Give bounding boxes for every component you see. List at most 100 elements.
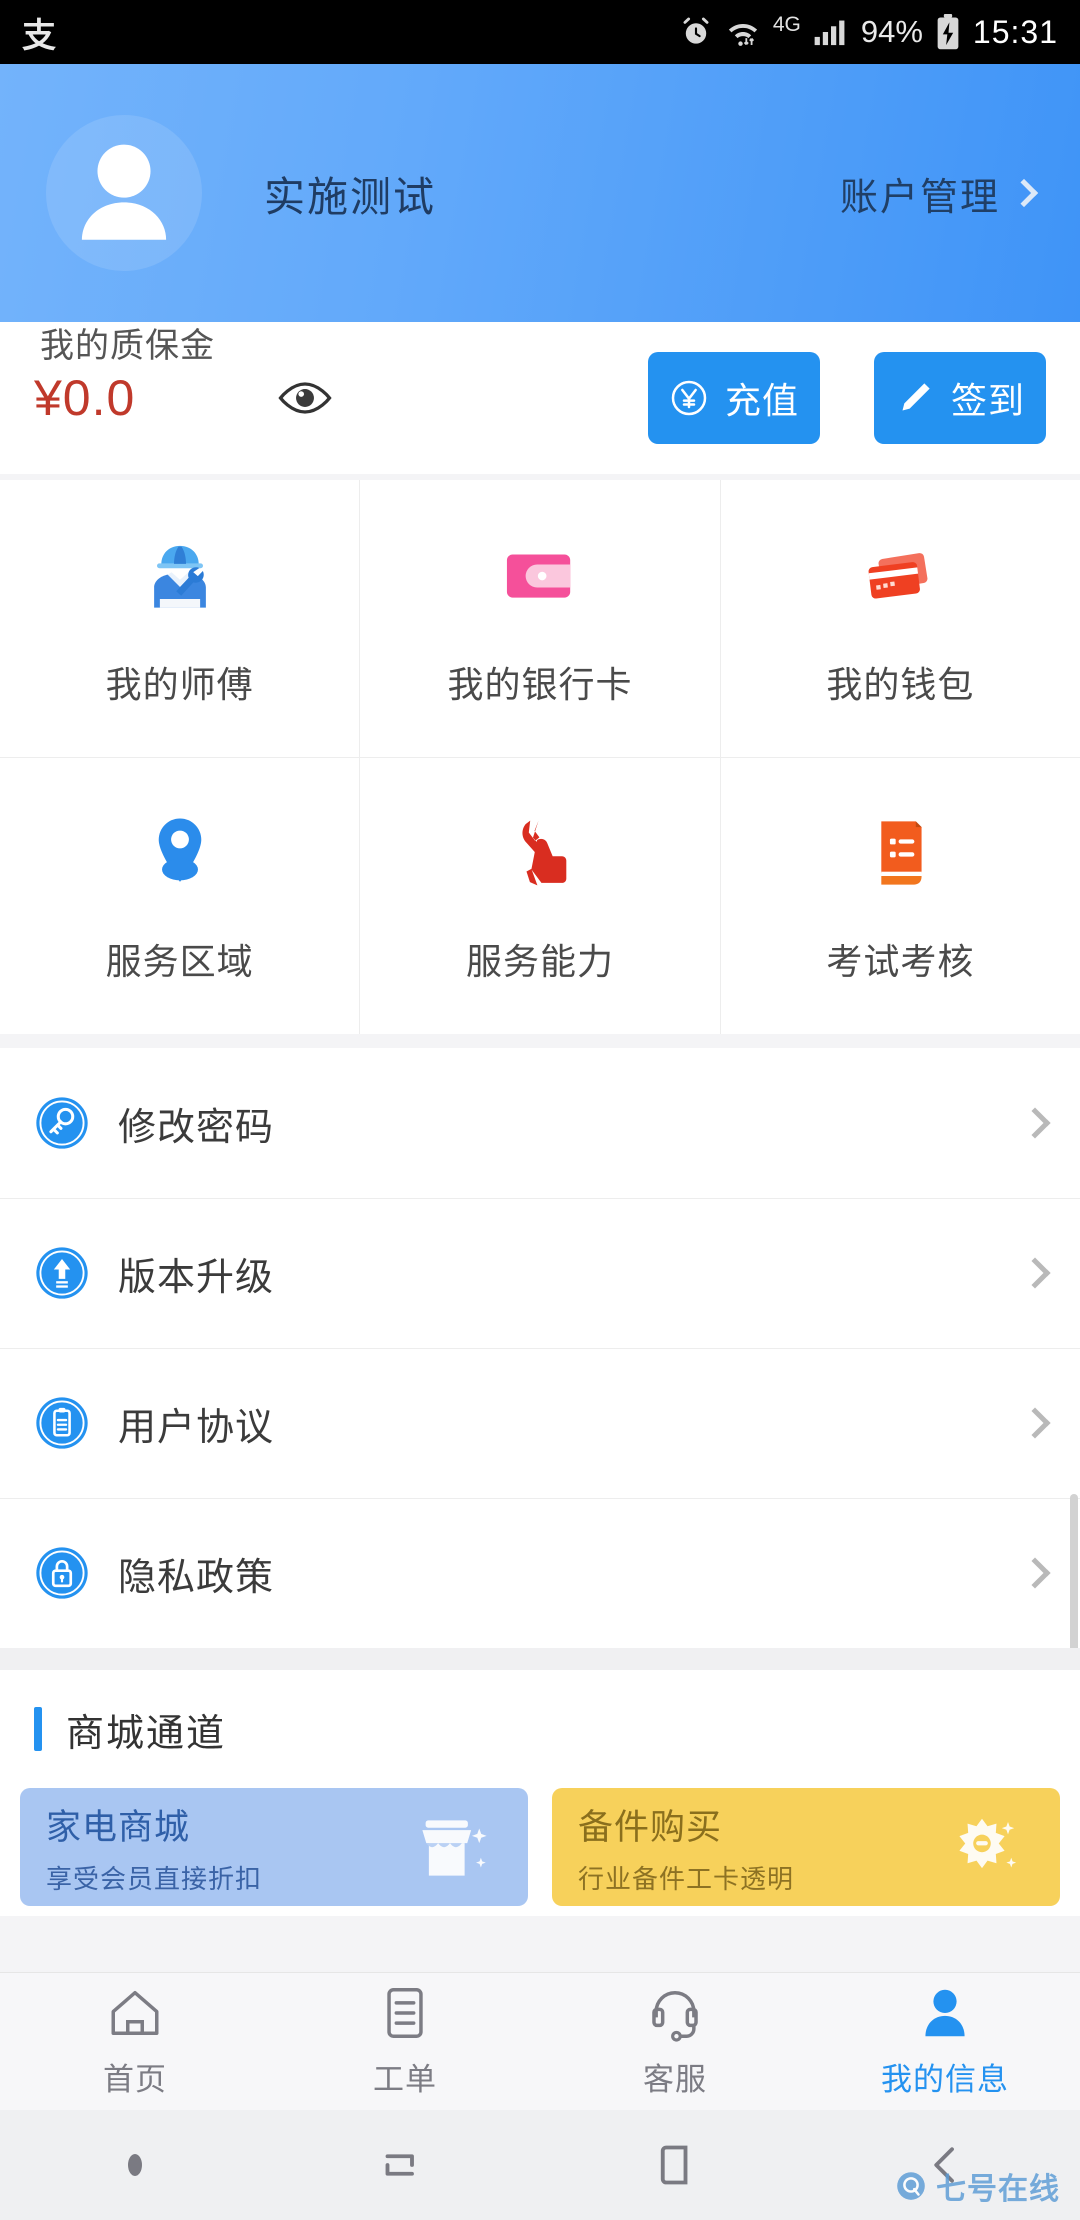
list-item-label: 版本升级: [118, 1256, 275, 1299]
mall-card-subtitle: 享受会员直接折扣: [46, 1863, 263, 1894]
balance-actions: 充值 签到: [648, 352, 1046, 444]
tab-workorder[interactable]: 工单: [270, 1973, 540, 2110]
grid-item-exam-assessment[interactable]: 考试考核: [719, 758, 1080, 1034]
tab-home[interactable]: 首页: [0, 1973, 270, 2110]
tab-label: 我的信息: [881, 2062, 1009, 2097]
feature-grid-row: 我的师傅 我的银行卡 我的钱包: [0, 480, 1080, 757]
storefront-icon: [422, 1820, 487, 1876]
grid-item-label: 我的钱包: [826, 663, 975, 705]
grid-item-service-area[interactable]: 服务区域: [0, 758, 359, 1034]
account-management-label: 账户管理: [839, 176, 1000, 219]
balance-card: 我的质保金 ¥0.0 充值 签到: [0, 322, 1080, 474]
watermark-text: 七号在线: [936, 2173, 1060, 2206]
status-bar: 支 4G 94% 15:31: [0, 0, 1080, 64]
location-pin-icon: [158, 818, 201, 882]
section-accent-bar: [34, 1707, 42, 1751]
avatar[interactable]: [46, 115, 202, 271]
feature-grid-row: 服务区域 服务能力 考试考核: [0, 757, 1080, 1034]
grid-item-label: 我的银行卡: [447, 663, 633, 705]
mall-section: 商城通道 家电商城 享受会员直接折扣 备件购买 行业备件工卡透明: [0, 1670, 1080, 1916]
battery-charging-icon: [937, 14, 959, 50]
avatar-icon: [81, 144, 167, 240]
grid-item-my-master[interactable]: 我的师傅: [0, 480, 359, 757]
clock-label: 15:31: [972, 13, 1058, 50]
person-icon: [925, 1989, 965, 2037]
battery-percent-label: 94%: [860, 14, 923, 49]
wifi-icon: [728, 23, 757, 46]
network-type-label: 4G: [772, 13, 801, 36]
nav-slot-home[interactable]: [540, 2137, 810, 2193]
headset-icon: [652, 1991, 698, 2042]
balance-amount: ¥0.0: [34, 370, 136, 426]
chevron-right-icon: [1019, 1407, 1051, 1439]
yuan-circle-icon: [671, 380, 707, 416]
mall-section-header: 商城通道: [0, 1670, 1080, 1788]
balance-left: 我的质保金 ¥0.0: [34, 327, 333, 427]
eye-icon[interactable]: [277, 380, 333, 416]
user-name: 实施测试: [264, 174, 436, 220]
grid-item-my-wallet[interactable]: 我的钱包: [719, 480, 1080, 757]
mall-card-subtitle: 行业备件工卡透明: [578, 1863, 795, 1894]
grid-item-label: 我的师傅: [105, 663, 254, 705]
bottom-tab-bar: 首页 工单 客服 我的信息: [0, 1972, 1080, 2110]
list-item-label: 修改密码: [118, 1106, 275, 1149]
list-item-label: 用户协议: [118, 1406, 275, 1449]
chevron-right-icon: [1019, 1107, 1051, 1139]
wrench-hand-icon: [522, 820, 567, 886]
q-logo-icon: [897, 2172, 925, 2200]
section-divider: [0, 1648, 1080, 1670]
recharge-label: 充值: [724, 380, 799, 421]
home-icon: [111, 1990, 159, 2036]
alipay-icon: 支: [22, 16, 56, 55]
bank-cards-icon: [868, 552, 928, 598]
list-item-change-password[interactable]: 修改密码: [0, 1048, 1080, 1198]
mall-card-text: 家电商城 享受会员直接折扣: [46, 1799, 262, 1896]
mall-card-parts-purchase[interactable]: 备件购买 行业备件工卡透明: [552, 1788, 1060, 1906]
status-bar-right: 4G 94% 15:31: [679, 13, 1058, 51]
signin-button[interactable]: 签到: [874, 352, 1046, 444]
tab-customer-service[interactable]: 客服: [540, 1973, 810, 2110]
chevron-right-icon: [1019, 1257, 1051, 1289]
gear-icon: [959, 1818, 1017, 1869]
recharge-button[interactable]: 充值: [648, 352, 820, 444]
technician-icon: [153, 545, 206, 608]
mall-card-text: 备件购买 行业备件工卡透明: [578, 1799, 794, 1896]
account-management-link[interactable]: 账户管理: [839, 166, 1039, 221]
mall-card-title: 家电商城: [46, 1807, 191, 1847]
nav-slot-recents[interactable]: [270, 2137, 540, 2193]
profile-header: 实施测试 账户管理: [0, 64, 1080, 322]
grid-item-label: 服务能力: [465, 941, 614, 982]
mall-card-title: 备件购买: [578, 1807, 723, 1847]
mall-card-appliance-store[interactable]: 家电商城 享受会员直接折扣: [20, 1788, 528, 1906]
list-item-privacy-policy[interactable]: 隐私政策: [0, 1498, 1080, 1648]
grid-item-service-capability[interactable]: 服务能力: [359, 758, 719, 1034]
tab-label: 工单: [373, 2062, 437, 2097]
lock-icon: [36, 1547, 88, 1599]
workorder-icon: [387, 1988, 423, 2038]
signin-label: 签到: [950, 380, 1025, 421]
mall-section-title: 商城通道: [66, 1712, 227, 1755]
recents-icon: [385, 2154, 414, 2176]
status-bar-left: 支: [22, 8, 56, 57]
tab-label: 首页: [103, 2062, 167, 2097]
tab-my-info[interactable]: 我的信息: [810, 1973, 1080, 2110]
grid-item-my-bank-card[interactable]: 我的银行卡: [359, 480, 719, 757]
key-icon: [36, 1097, 88, 1149]
scroll-document-icon: [881, 821, 922, 885]
balance-label: 我的质保金: [40, 327, 215, 365]
nav-dot-icon: [128, 2154, 142, 2176]
upgrade-arrow-icon: [36, 1247, 88, 1299]
chevron-right-icon: [1019, 1557, 1051, 1589]
signal-bars-icon: [814, 20, 845, 46]
list-item-version-upgrade[interactable]: 版本升级: [0, 1198, 1080, 1348]
tab-label: 客服: [643, 2062, 707, 2097]
nav-slot-dot[interactable]: [0, 2154, 270, 2176]
alarm-icon: [683, 17, 709, 44]
app-root: 支 4G 94% 15:31 实施测试 账户管理 我的质保金 ¥0.0 充值 签…: [0, 0, 1080, 2220]
wallet-icon: [506, 553, 571, 598]
agreement-doc-icon: [36, 1397, 88, 1449]
watermark: 七号在线: [894, 2164, 1060, 2208]
mall-cards: 家电商城 享受会员直接折扣 备件购买 行业备件工卡透明: [0, 1788, 1080, 1906]
list-item-user-agreement[interactable]: 用户协议: [0, 1348, 1080, 1498]
pencil-icon: [902, 383, 930, 411]
